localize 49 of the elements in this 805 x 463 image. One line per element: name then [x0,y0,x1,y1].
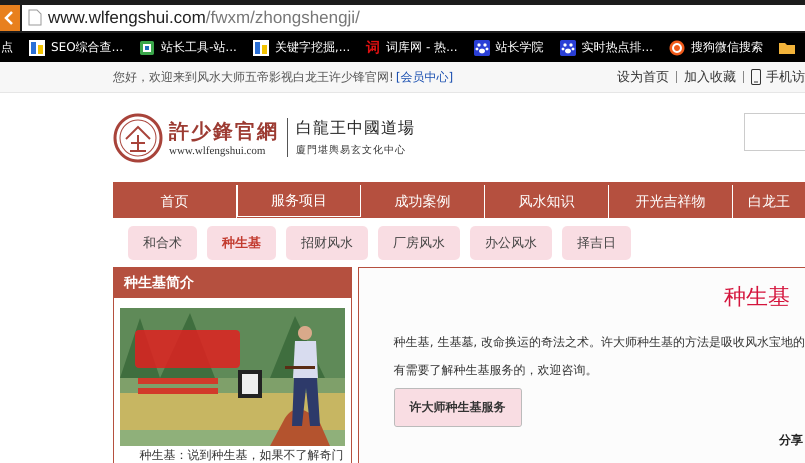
paragraph: 种生基, 生基墓, 改命换运的奇法之术。许大师种生基的方法是吸收风水宝地的 [394,334,805,351]
nav-tab[interactable]: 服务项目 [237,185,361,217]
logo-title: 白龍王中國道場 [296,118,415,139]
bookmark[interactable]: 搜狗微信搜索 [669,39,763,56]
share-label: 分享 [779,432,803,449]
phone-icon [751,69,761,85]
subnav-tab[interactable]: 招财风水 [286,226,368,260]
logo-url: www.wlfengshui.com [169,145,266,157]
top-link[interactable]: 设为首页 [617,68,669,86]
nav-tab[interactable]: 风水知识 [485,185,609,218]
bookmark[interactable]: 关键字挖掘,... [252,39,350,56]
bookmark[interactable]: 词 词库网 - 热... [366,38,458,56]
nav-tab[interactable]: 首页 [113,185,237,218]
subnav-tab[interactable]: 择吉日 [562,226,631,260]
bookmark[interactable]: 点 [1,39,13,56]
circle-logo-icon [669,40,685,56]
tool-icon [139,40,156,56]
bookmark[interactable]: SEO综合查... [29,39,124,56]
subnav-tab[interactable]: 种生基 [207,226,276,260]
sidebar-title: 种生基简介 [114,268,351,298]
logo-subtitle: 廈門堪輿易玄文化中心 [296,144,407,157]
bookmark[interactable]: 实时热点排... [560,39,653,56]
page-icon [28,9,42,26]
sidebar-caption: 种生基：说到种生基，如果不了解奇门 [138,448,344,462]
glyph-icon: 词 [366,38,380,56]
nav-tab[interactable]: 白龙王 [733,185,805,218]
address-field[interactable]: www.wlfengshui.com/fwxm/zhongshengji/ [22,4,805,30]
bookmark[interactable]: 站长学院 [474,39,544,56]
top-link[interactable]: 手机访 [766,68,805,86]
nav-tab[interactable]: 成功案例 [361,185,485,218]
welcome-text: 您好，欢迎来到风水大师五帝影视白龙王许少锋官网! [113,68,394,86]
service-button[interactable]: 许大师种生基服务 [394,388,522,427]
subnav-tab[interactable]: 办公风水 [470,226,552,260]
subnav-tab[interactable]: 和合术 [128,226,197,260]
logo-emblem-icon [113,112,163,162]
logo-name: 許少鋒官網 [169,118,279,145]
search-field[interactable] [744,112,805,150]
paw-icon [474,40,490,56]
article-title: 种生基 [723,284,790,312]
chart-icon [252,40,269,56]
back-icon[interactable] [0,4,20,30]
paw-icon [560,40,576,56]
subnav-tab[interactable]: 厂房风水 [378,226,460,260]
member-center-link[interactable]: [会员中心] [396,68,454,86]
top-link[interactable]: 加入收藏 [684,68,736,86]
bookmark[interactable]: 站长工具-站... [139,39,237,56]
paragraph: 有需要了解种生基服务的，欢迎咨询。 [394,362,599,379]
chart-icon [29,40,45,56]
nav-tab[interactable]: 开光吉祥物 [609,185,733,218]
